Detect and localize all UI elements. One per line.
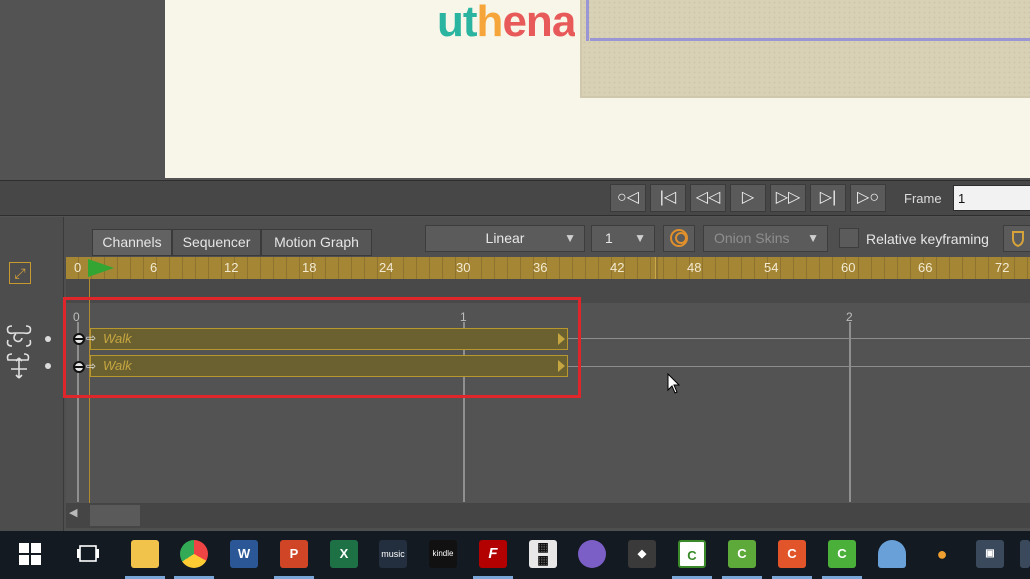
step-value: 1 xyxy=(605,230,613,246)
track-visibility-dot[interactable] xyxy=(45,336,51,342)
logo-letter: e xyxy=(502,0,527,46)
chevron-down-icon: ▼ xyxy=(807,231,819,245)
scroll-left-icon[interactable]: ◀ xyxy=(69,506,77,519)
ruler-tick: 0 xyxy=(74,260,82,275)
next-keyframe-button[interactable]: ▷| xyxy=(810,184,846,212)
highlight-annotation-box xyxy=(63,297,581,398)
logo-letter: h xyxy=(476,0,504,46)
tab-sequencer[interactable]: Sequencer xyxy=(172,229,261,256)
ruler-tick: 6 xyxy=(150,260,158,275)
powerpoint-icon[interactable]: P xyxy=(280,540,308,568)
calculator-icon[interactable]: ▦ ▦ xyxy=(529,540,557,568)
play-icon: ▷ xyxy=(741,189,755,206)
camtasia-icon[interactable]: C xyxy=(728,540,756,568)
ruler-tick: 72 xyxy=(995,260,1010,275)
tab-motion-graph[interactable]: Motion Graph xyxy=(261,229,372,256)
tab-channels[interactable]: Channels xyxy=(92,229,172,256)
windows-start-icon[interactable] xyxy=(16,540,44,568)
filezilla-icon[interactable]: F xyxy=(479,540,507,568)
word-icon[interactable]: W xyxy=(230,540,258,568)
ruler-tick: 18 xyxy=(302,260,317,275)
ruler-tick: 24 xyxy=(379,260,394,275)
overflow-app-icon[interactable] xyxy=(1020,540,1030,568)
previous-keyframe-icon: |◁ xyxy=(659,189,677,206)
frame-input[interactable] xyxy=(953,185,1030,211)
ruler-tick: 42 xyxy=(610,260,625,275)
chrome-icon[interactable] xyxy=(180,540,208,568)
kindle-icon[interactable]: kindle xyxy=(429,540,457,568)
shield-icon xyxy=(1012,231,1024,248)
second-gridline xyxy=(849,322,851,502)
bone-move-icon[interactable] xyxy=(4,350,36,385)
expand-icon[interactable]: ⤢ xyxy=(9,262,31,284)
fast-forward-button[interactable]: ▷▷ xyxy=(770,184,806,212)
end-frame-marker[interactable] xyxy=(655,257,658,279)
playhead-icon[interactable] xyxy=(88,259,114,277)
go-to-end-button[interactable]: ▷○ xyxy=(850,184,886,212)
track-line xyxy=(566,338,1030,339)
go-to-start-button[interactable]: ○◁ xyxy=(610,184,646,212)
task-view-icon[interactable] xyxy=(74,540,102,568)
amazon-music-icon[interactable]: music xyxy=(379,540,407,568)
interpolation-dropdown[interactable]: Linear ▼ xyxy=(425,225,585,252)
onion-skins-dropdown[interactable]: Onion Skins ▼ xyxy=(703,225,828,252)
onion-icon xyxy=(670,229,688,247)
relative-keyframing-checkbox[interactable] xyxy=(839,228,859,248)
logo-letter: n xyxy=(525,0,553,46)
scene-bound-line xyxy=(590,38,1030,41)
ruler-tick: 30 xyxy=(456,260,471,275)
logo-letter: t xyxy=(462,0,478,46)
next-keyframe-icon: ▷| xyxy=(819,189,837,206)
app-purple-icon[interactable] xyxy=(578,540,606,568)
ruler-tick: 48 xyxy=(687,260,702,275)
chevron-down-icon: ▼ xyxy=(564,231,576,245)
rewind-button[interactable]: ◁◁ xyxy=(690,184,726,212)
rewind-icon: ◁◁ xyxy=(695,189,721,206)
logo-letter: u xyxy=(437,0,464,46)
frame-label: Frame xyxy=(904,191,942,206)
interpolation-value: Linear xyxy=(485,230,525,246)
ruler-tick: 60 xyxy=(841,260,856,275)
logo-letter: a xyxy=(551,0,576,46)
gimp-icon[interactable]: ◆ xyxy=(628,540,656,568)
network-app-icon[interactable]: ▣ xyxy=(976,540,1004,568)
horizontal-scrollbar[interactable] xyxy=(66,503,1030,528)
track-visibility-dot[interactable] xyxy=(45,363,51,369)
ruler-tick: 36 xyxy=(533,260,548,275)
ruler-tick: 66 xyxy=(918,260,933,275)
scene-background xyxy=(580,0,1030,98)
camtasia-icon[interactable]: C xyxy=(828,540,856,568)
onion-skin-toggle[interactable] xyxy=(663,225,695,252)
ruler-tick: 54 xyxy=(764,260,779,275)
excel-icon[interactable]: X xyxy=(330,540,358,568)
chevron-down-icon: ▼ xyxy=(634,231,646,245)
ruler-tick: 12 xyxy=(224,260,239,275)
play-button[interactable]: ▷ xyxy=(730,184,766,212)
fast-forward-icon: ▷▷ xyxy=(775,189,801,206)
frame-ruler[interactable] xyxy=(66,257,1030,279)
go-to-start-icon: ○◁ xyxy=(617,189,639,206)
flame-app-icon[interactable]: ● xyxy=(928,540,956,568)
go-to-end-icon: ▷○ xyxy=(857,189,879,206)
relative-keyframing-label: Relative keyframing xyxy=(866,231,989,247)
second-marker: 2 xyxy=(846,310,853,324)
onion-skins-label: Onion Skins xyxy=(714,230,790,246)
camtasia-icon[interactable]: C xyxy=(678,540,706,568)
mouse-cursor-icon xyxy=(667,372,681,400)
track-line xyxy=(566,366,1030,367)
file-explorer-icon[interactable] xyxy=(131,540,159,568)
shield-button[interactable] xyxy=(1003,225,1030,252)
camtasia-recorder-icon[interactable]: C xyxy=(778,540,806,568)
previous-keyframe-button[interactable]: |◁ xyxy=(650,184,686,212)
scrollbar-thumb[interactable] xyxy=(90,505,140,526)
uthena-logo: uthena xyxy=(437,0,575,48)
step-dropdown[interactable]: 1 ▼ xyxy=(591,225,655,252)
scene-bound-edge xyxy=(586,0,589,41)
cloud-app-icon[interactable] xyxy=(878,540,906,568)
